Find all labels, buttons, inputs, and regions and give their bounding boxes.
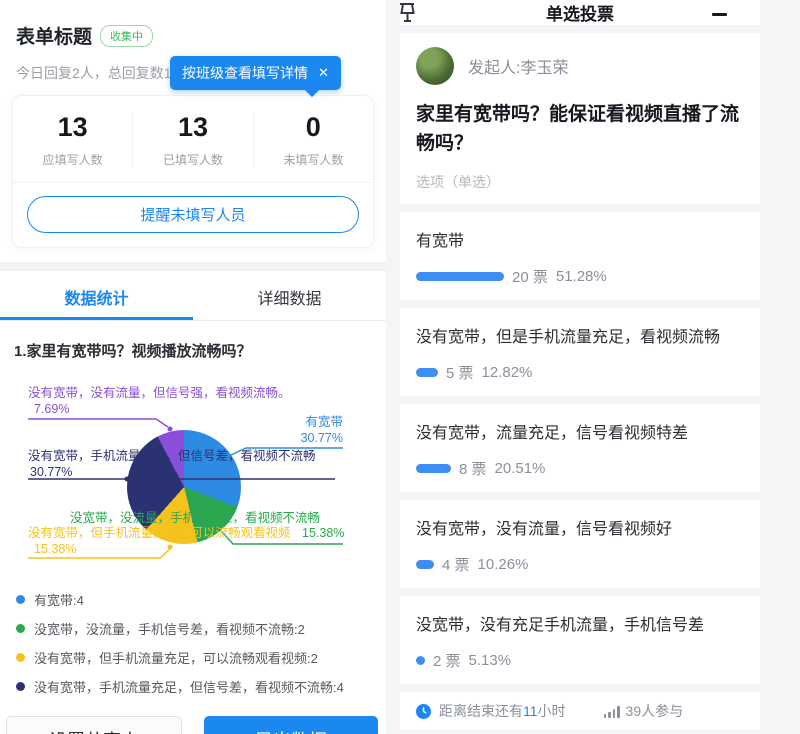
legend-item: 没有宽带，但手机流量充足，可以流畅观看视频:2 bbox=[16, 648, 370, 667]
vote-option-5[interactable]: 没宽带，没有充足手机流量，手机信号差 2 票 5.13% bbox=[400, 596, 760, 684]
avatar[interactable] bbox=[416, 47, 454, 85]
legend-dot-yellow bbox=[16, 653, 25, 662]
vote-panel: 单选投票 发起人:李玉荣 家里有宽带吗？能保证看视频直播了流畅吗？ 选项（单选）… bbox=[400, 0, 800, 734]
set-sharer-button[interactable]: 设置共享人 bbox=[6, 716, 182, 734]
stat-expected: 13 应填写人数 bbox=[13, 112, 132, 168]
stat-unfilled: 0 未填写人数 bbox=[253, 112, 373, 168]
bar-chart-icon bbox=[604, 709, 620, 721]
legend-item: 没有宽带，手机流量充足，但信号差，看视频不流畅:4 bbox=[16, 677, 370, 696]
pin-icon[interactable] bbox=[398, 1, 420, 27]
legend-dot-navy bbox=[16, 682, 25, 691]
section-divider bbox=[0, 262, 386, 271]
pie-label-navy: 没有宽带，手机流量充足，但信号差，看视频不流畅 30.77% bbox=[28, 449, 316, 480]
pie-label-yellow: 没有宽带，但手机流量充足，可以流畅观看视频 15.38% bbox=[28, 526, 291, 557]
legend-item: 没宽带，没流量，手机信号差，看视频不流畅:2 bbox=[16, 619, 370, 638]
pie-legend: 有宽带:4 没宽带，没流量，手机信号差，看视频不流畅:2 没有宽带，但手机流量充… bbox=[0, 578, 386, 696]
form-stats-panel: 表单标题 收集中 今日回复2人，总回复数1 按班级查看填写详情 ✕ 13 应填写… bbox=[0, 0, 386, 734]
legend-dot-green bbox=[16, 624, 25, 633]
tab-data-statistics[interactable]: 数据统计 bbox=[0, 271, 193, 320]
stat-unfilled-label: 未填写人数 bbox=[254, 151, 373, 168]
divider bbox=[400, 730, 760, 734]
divider bbox=[400, 588, 760, 596]
vote-percent: 20.51% bbox=[495, 460, 546, 477]
minimize-icon[interactable] bbox=[711, 6, 728, 22]
initiator-label: 发起人:李玉荣 bbox=[468, 54, 568, 78]
stat-filled-value: 13 bbox=[133, 112, 252, 143]
vote-count: 20 票 bbox=[512, 266, 548, 287]
vote-meta-bar: 距离结束还有11小时 39人参与 bbox=[400, 692, 760, 730]
form-title: 表单标题 bbox=[16, 22, 92, 49]
vote-count: 4 票 bbox=[442, 554, 470, 575]
chart-question-title: 1.家里有宽带吗？视频播放流畅吗？ bbox=[0, 321, 386, 361]
countdown-text: 距离结束还有11小时 bbox=[439, 701, 566, 721]
remind-unfilled-button[interactable]: 提醒未填写人员 bbox=[27, 196, 359, 233]
class-detail-tooltip: 按班级查看填写详情 ✕ bbox=[170, 56, 341, 90]
vote-count: 2 票 bbox=[433, 650, 461, 671]
tab-detailed-data[interactable]: 详细数据 bbox=[193, 271, 386, 320]
pie-chart-area: 没有宽带，没有流量，但信号强，看视频流畅。 7.69% 有宽带 30.77% 没… bbox=[0, 363, 386, 578]
vote-option-2[interactable]: 没有宽带，但是手机流量充足，看视频流畅 5 票 12.82% bbox=[400, 308, 760, 396]
stat-expected-value: 13 bbox=[13, 112, 132, 143]
legend-dot-blue bbox=[16, 595, 25, 604]
options-type-label: 选项（单选） bbox=[416, 172, 744, 192]
stats-card: 13 应填写人数 13 已填写人数 0 未填写人数 提醒未填写人员 bbox=[12, 95, 374, 248]
vote-question-card: 发起人:李玉荣 家里有宽带吗？能保证看视频直播了流畅吗？ 选项（单选） bbox=[400, 33, 760, 204]
divider bbox=[13, 182, 373, 183]
vote-percent: 5.13% bbox=[469, 652, 512, 669]
vote-percent: 10.26% bbox=[478, 556, 529, 573]
vote-percent: 12.82% bbox=[482, 364, 533, 381]
participants-count: 39人参与 bbox=[626, 701, 684, 721]
stat-filled: 13 已填写人数 bbox=[132, 112, 252, 168]
stat-expected-label: 应填写人数 bbox=[13, 151, 132, 168]
participants-group: 39人参与 bbox=[604, 701, 684, 721]
collecting-status-badge: 收集中 bbox=[100, 25, 153, 47]
divider bbox=[400, 25, 760, 33]
vote-percent: 51.28% bbox=[556, 268, 607, 285]
vote-count: 8 票 bbox=[459, 458, 487, 479]
vote-bar bbox=[416, 464, 451, 473]
divider bbox=[400, 300, 760, 308]
vote-count: 5 票 bbox=[446, 362, 474, 383]
divider bbox=[400, 396, 760, 404]
pie-label-purple: 没有宽带，没有流量，但信号强，看视频流畅。 7.69% bbox=[28, 386, 291, 417]
divider bbox=[400, 492, 760, 500]
bottom-action-bar: 设置共享人 导出数据 bbox=[0, 706, 386, 734]
vote-question: 家里有宽带吗？能保证看视频直播了流畅吗？ bbox=[416, 101, 744, 158]
vote-header: 单选投票 bbox=[400, 0, 760, 25]
vote-bar bbox=[416, 560, 434, 569]
vote-option-1[interactable]: 有宽带 20 票 51.28% bbox=[400, 212, 760, 300]
vote-bar bbox=[416, 272, 504, 281]
stat-filled-label: 已填写人数 bbox=[133, 151, 252, 168]
close-icon[interactable]: ✕ bbox=[318, 65, 329, 81]
pie-label-green-pct: 15.38% bbox=[302, 526, 344, 542]
legend-item: 有宽带:4 bbox=[16, 590, 370, 609]
divider bbox=[400, 684, 760, 692]
stat-unfilled-value: 0 bbox=[254, 112, 373, 143]
clock-icon bbox=[416, 704, 431, 719]
export-data-button[interactable]: 导出数据 bbox=[204, 716, 378, 734]
tooltip-text: 按班级查看填写详情 bbox=[182, 63, 308, 83]
vote-title: 单选投票 bbox=[546, 0, 614, 25]
vote-option-4[interactable]: 没有宽带，没有流量，信号看视频好 4 票 10.26% bbox=[400, 500, 760, 588]
vote-bar bbox=[416, 656, 425, 665]
tab-bar: 数据统计 详细数据 bbox=[0, 271, 386, 321]
vote-bar bbox=[416, 368, 438, 377]
vote-option-3[interactable]: 没有宽带，流量充足，信号看视频特差 8 票 20.51% bbox=[400, 404, 760, 492]
pie-label-green: 没宽带，没流量，手机信号差，看视频不流畅 bbox=[70, 511, 320, 527]
divider bbox=[400, 204, 760, 212]
pie-label-blue: 有宽带 30.77% bbox=[301, 415, 343, 446]
